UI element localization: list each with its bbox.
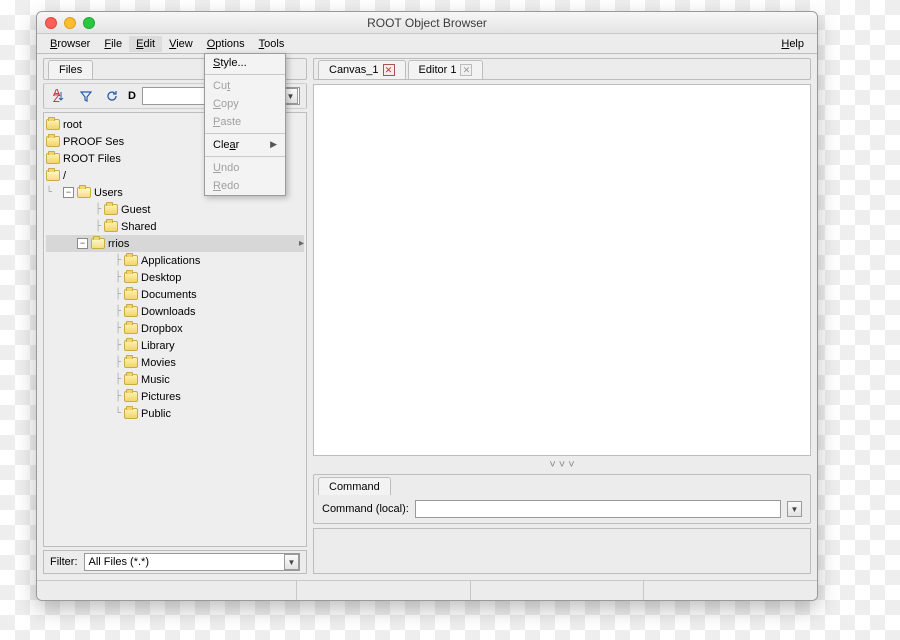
menuitem-undo: Undo [205,159,285,177]
folder-icon [124,255,138,266]
status-cell [643,581,817,600]
tree-item-library[interactable]: ├Library [46,337,304,354]
folder-icon [46,136,60,147]
status-cell [470,581,644,600]
tree-item-movies[interactable]: ├Movies [46,354,304,371]
splitter-handle[interactable]: ˅˅˅ [313,460,811,470]
filter-value: All Files (*.*) [89,556,150,568]
tab-command[interactable]: Command [318,477,391,495]
menu-help[interactable]: Help [774,36,811,52]
tree-item-public[interactable]: └Public [46,405,304,422]
toolbar-d-label: D [128,90,136,102]
command-input[interactable] [415,500,781,518]
menuitem-cut: Cut [205,77,285,95]
tree-item-dropbox[interactable]: ├Dropbox [46,320,304,337]
menu-options[interactable]: Options [200,36,252,52]
collapse-icon[interactable]: − [77,238,88,249]
menu-tools[interactable]: Tools [252,36,292,52]
filter-bar: Filter: All Files (*.*) ▼ [43,550,307,574]
tree-item-applications[interactable]: ├Applications [46,252,304,269]
menu-separator [205,156,285,157]
tree-item-downloads[interactable]: ├Downloads [46,303,304,320]
folder-icon [46,153,60,164]
sort-icon[interactable]: AZ [50,86,70,106]
command-label: Command (local): [322,503,409,515]
root-object-browser-window: ROOT Object Browser Browser File Edit Vi… [36,11,818,601]
folder-icon [104,204,118,215]
menuitem-style[interactable]: Style... [205,54,285,72]
menu-view[interactable]: View [162,36,200,52]
menubar: Browser File Edit View Options Tools Hel… [37,34,817,54]
tab-editor[interactable]: Editor 1✕ [408,60,484,79]
folder-icon [124,374,138,385]
status-cell [296,581,470,600]
menu-browser[interactable]: Browser [43,36,97,52]
grip-icon: ˅ [559,459,565,471]
right-pane: Canvas_1✕ Editor 1✕ ˅˅˅ Command Command … [313,58,811,574]
folder-open-icon [91,238,105,249]
command-tabstrip: Command [314,475,810,495]
close-tab-icon[interactable]: ✕ [460,64,472,76]
edit-dropdown-menu: Style... Cut Copy Paste Clear▶ Undo Redo [204,53,286,196]
folder-icon [124,323,138,334]
output-panel[interactable] [313,528,811,574]
menuitem-redo: Redo [205,177,285,195]
folder-open-icon [46,170,60,181]
filter-icon[interactable] [76,86,96,106]
folder-icon [46,119,60,130]
folder-icon [124,340,138,351]
status-bar [37,580,817,600]
status-cell [37,581,296,600]
chevron-right-icon: ▸ [299,238,304,249]
tree-item-documents[interactable]: ├Documents [46,286,304,303]
folder-icon [124,272,138,283]
grip-icon: ˅ [568,459,574,471]
menu-file[interactable]: File [97,36,129,52]
folder-icon [124,289,138,300]
folder-open-icon [77,187,91,198]
svg-text:Z: Z [53,93,60,103]
folder-icon [104,221,118,232]
chevron-down-icon[interactable]: ▼ [787,501,802,517]
menuitem-paste: Paste [205,113,285,131]
tree-item-pictures[interactable]: ├Pictures [46,388,304,405]
submenu-arrow-icon: ▶ [270,139,277,151]
collapse-icon[interactable]: − [63,187,74,198]
titlebar[interactable]: ROOT Object Browser [37,12,817,34]
folder-icon [124,357,138,368]
grip-icon: ˅ [549,459,555,471]
menuitem-copy: Copy [205,95,285,113]
chevron-down-icon[interactable]: ▼ [284,554,299,570]
folder-icon [124,408,138,419]
window-title: ROOT Object Browser [37,16,817,30]
folder-icon [124,306,138,317]
tree-item-rrios[interactable]: −rrios▸ [46,235,304,252]
canvas-area[interactable] [313,84,811,456]
main-body: Files AZ D ▼ root PROOF Ses ROOT Files [37,54,817,580]
tree-item-guest[interactable]: ├Guest [46,201,304,218]
refresh-icon[interactable] [102,86,122,106]
tab-canvas[interactable]: Canvas_1✕ [318,60,406,79]
command-panel: Command Command (local): ▼ [313,474,811,524]
close-tab-icon[interactable]: ✕ [383,64,395,76]
menu-edit[interactable]: Edit [129,36,162,52]
filter-label: Filter: [50,556,78,568]
tree-item-music[interactable]: ├Music [46,371,304,388]
menu-separator [205,74,285,75]
menu-separator [205,133,285,134]
tree-item-desktop[interactable]: ├Desktop [46,269,304,286]
tab-files[interactable]: Files [48,60,93,79]
tree-item-shared[interactable]: ├Shared [46,218,304,235]
right-tabstrip: Canvas_1✕ Editor 1✕ [313,58,811,80]
menuitem-clear[interactable]: Clear▶ [205,136,285,154]
filter-select[interactable]: All Files (*.*) ▼ [84,553,301,571]
folder-icon [124,391,138,402]
